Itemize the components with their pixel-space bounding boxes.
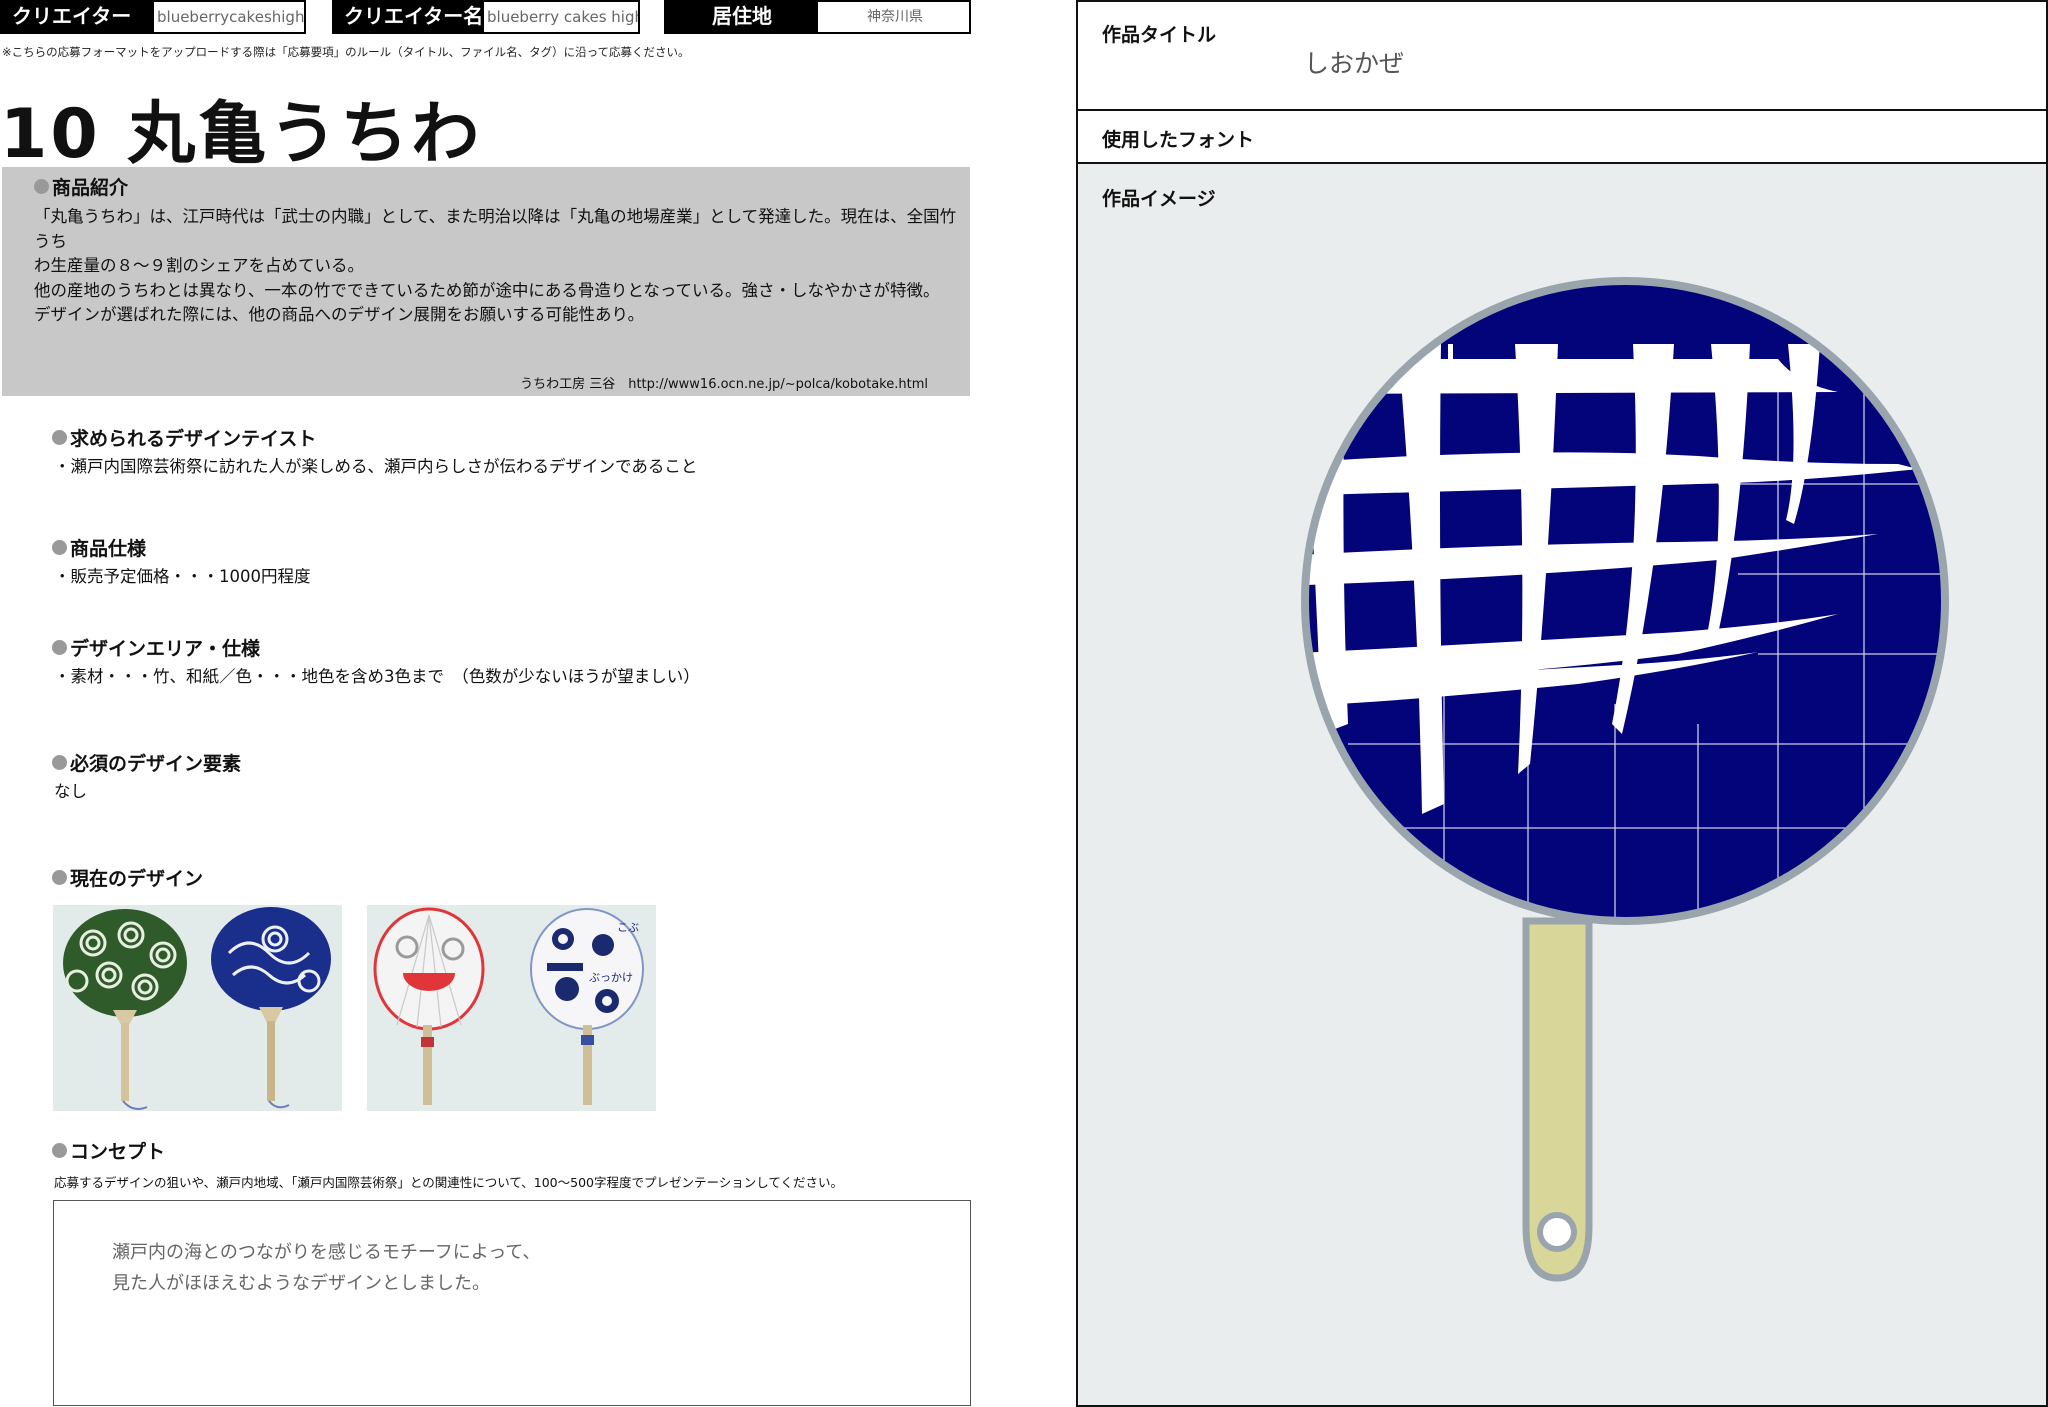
creator-name-field[interactable]: blueberry cakes high xyxy=(482,0,640,34)
bullet-dot-icon xyxy=(52,870,67,885)
current-design-photo-2: こぶ ぶっかけ xyxy=(367,905,656,1111)
current-design-photo-1 xyxy=(53,905,342,1111)
bullet-dot-icon xyxy=(52,430,67,445)
intro-heading: 商品紹介 xyxy=(34,173,128,200)
page-title: 10 丸亀うちわ xyxy=(0,95,483,174)
required-text: なし xyxy=(54,782,87,801)
concept-heading-text: コンセプト xyxy=(70,1141,166,1163)
concept-text-line-1: 瀬戸内の海とのつながりを感じるモチーフによって、 xyxy=(112,1242,541,1263)
fan-photo-illustration xyxy=(53,905,342,1111)
upload-note: ※こちらの応募フォーマットをアップロードする際は「応募要項」のルール（タイトル、… xyxy=(2,45,690,59)
area-heading: デザインエリア・仕様 xyxy=(52,634,260,661)
spec-heading: 商品仕様 xyxy=(52,534,146,561)
work-title-value[interactable]: しおかぜ xyxy=(1304,44,1404,80)
taste-text: ・瀬戸内国際芸術祭に訪れた人が楽しめる、瀬戸内らしさが伝わるデザインであること xyxy=(54,457,698,476)
area-text: ・素材・・・竹、和紙／色・・・地色を含め3色まで （色数が少ないほうが望ましい） xyxy=(54,667,700,686)
intro-box: 商品紹介 「丸亀うちわ」は、江戸時代は「武士の内職」として、また明治以降は「丸亀… xyxy=(2,167,970,396)
photo-lettering: こぶ xyxy=(617,921,639,934)
intro-credit: うちわ工房 三谷 http://www16.ocn.ne.jp/~polca/k… xyxy=(520,377,928,392)
residence-field[interactable]: 神奈川県 xyxy=(816,0,971,34)
creator-id-field[interactable]: blueberrycakeshigh xyxy=(152,0,306,34)
bullet-dot-icon xyxy=(52,755,67,770)
work-panel: 作品タイトル しおかぜ 使用したフォント 作品イメージ xyxy=(1076,0,2048,1407)
spec-text: ・販売予定価格・・・1000円程度 xyxy=(54,567,311,586)
photo-lettering: ぶっかけ xyxy=(589,971,633,984)
area-heading-text: デザインエリア・仕様 xyxy=(70,638,261,660)
intro-line: わ生産量の８～９割のシェアを占めている。 xyxy=(34,256,364,275)
concept-note: 応募するデザインの狙いや、瀬戸内地域、「瀬戸内国際芸術祭」との関連性について、1… xyxy=(54,1175,843,1190)
intro-text: 「丸亀うちわ」は、江戸時代は「武士の内職」として、また明治以降は「丸亀の地場産業… xyxy=(34,205,964,328)
intro-line: 他の産地のうちわとは異なり、一本の竹でできているため節が途中にある骨造りとなって… xyxy=(34,280,940,300)
bullet-dot-icon xyxy=(52,640,67,655)
concept-heading: コンセプト xyxy=(52,1137,165,1164)
concept-textbox[interactable]: 瀬戸内の海とのつながりを感じるモチーフによって、 見た人がほほえむようなデザイン… xyxy=(53,1200,971,1406)
font-section: 使用したフォント xyxy=(1078,111,2046,164)
required-heading: 必須のデザイン要素 xyxy=(52,749,241,776)
current-design-heading: 現在のデザイン xyxy=(52,864,203,891)
intro-heading-text: 商品紹介 xyxy=(52,177,129,199)
concept-text-line-2: 見た人がほほえむようなデザインとしました。 xyxy=(112,1273,490,1294)
work-title-label: 作品タイトル xyxy=(1102,24,1217,46)
font-label: 使用したフォント xyxy=(1102,129,1255,151)
bullet-dot-icon xyxy=(52,540,67,555)
work-image-section: 作品イメージ xyxy=(1078,164,2046,1405)
fan-photo-illustration: こぶ ぶっかけ xyxy=(367,905,656,1111)
intro-line: 「丸亀うちわ」は、江戸時代は「武士の内職」として、また明治以降は「丸亀の地場産業… xyxy=(34,207,957,251)
work-title-section: 作品タイトル しおかぜ xyxy=(1078,2,2046,111)
intro-line: デザインが選ばれた際には、他の商品へのデザイン展開をお願いする可能性あり。 xyxy=(34,305,645,324)
creator-id-label: クリエイターID xyxy=(0,0,152,60)
required-heading-text: 必須のデザイン要素 xyxy=(70,753,242,775)
taste-heading-text: 求められるデザインテイスト xyxy=(70,428,317,450)
bullet-dot-icon xyxy=(34,179,49,194)
taste-heading: 求められるデザインテイスト xyxy=(52,424,316,451)
current-design-heading-text: 現在のデザイン xyxy=(70,868,204,890)
handle-hole xyxy=(1537,1212,1577,1252)
bullet-dot-icon xyxy=(52,1143,67,1158)
creator-name-label: クリエイター名 xyxy=(332,0,484,34)
residence-label: 居住地 xyxy=(664,0,818,34)
uchiwa-design-illustration xyxy=(1301,277,1949,1282)
spec-heading-text: 商品仕様 xyxy=(70,538,147,560)
